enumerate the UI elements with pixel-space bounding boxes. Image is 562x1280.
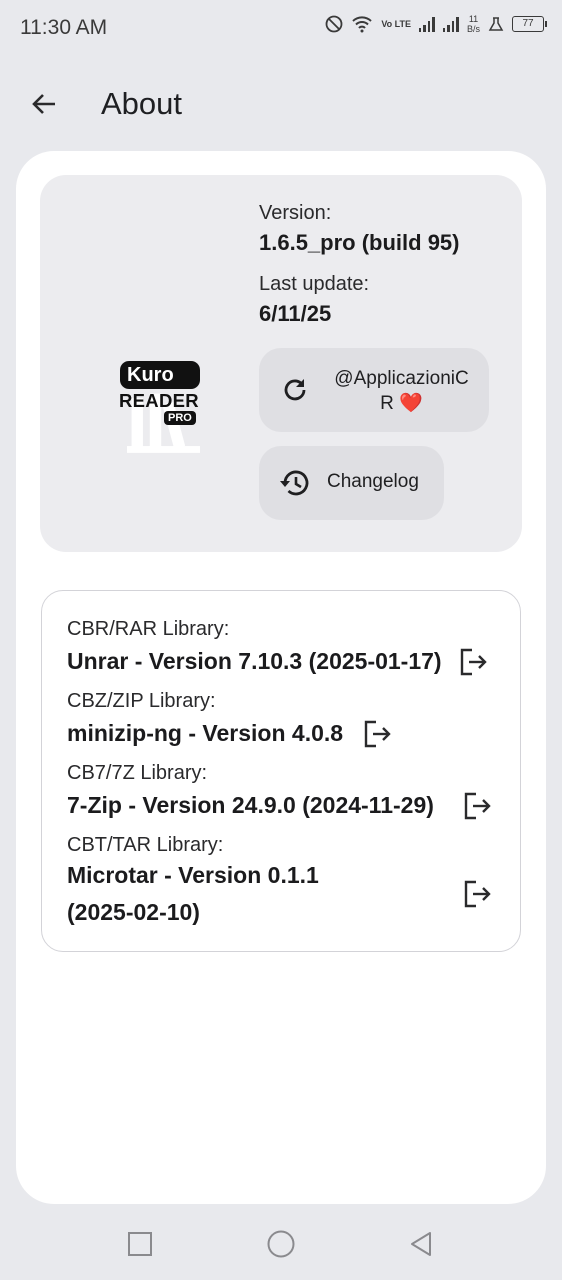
- status-icons: Vo LTE 11 B/s 77: [325, 14, 547, 34]
- library-link-cb7[interactable]: [460, 789, 494, 823]
- app-logo: Kuro READER PRO: [112, 357, 208, 453]
- library-label-cbz: CBZ/ZIP Library:: [67, 690, 216, 712]
- library-link-cbz[interactable]: [360, 717, 394, 751]
- refresh-icon: [279, 374, 311, 406]
- status-bar: 11:30 AM Vo LTE 11 B/s 77: [0, 0, 562, 58]
- triangle-back-icon: [411, 1232, 431, 1256]
- back-nav-button[interactable]: [403, 1226, 439, 1262]
- circle-icon: [267, 1230, 295, 1258]
- network-speed-value: 11: [468, 14, 479, 24]
- logo-tier: PRO: [164, 411, 196, 425]
- flask-icon: [488, 17, 504, 31]
- home-button[interactable]: [263, 1226, 299, 1262]
- exit-to-app-icon: [464, 792, 491, 820]
- app-info-card: Kuro READER PRO Version: 1.6.5_pro (buil…: [40, 175, 522, 552]
- network-speed-unit: B/s: [466, 24, 480, 34]
- author-button-label: @ApplicazioniCR ❤️: [334, 368, 469, 414]
- last-update-label: Last update:: [259, 273, 370, 295]
- library-value-cbr: Unrar - Version 7.10.3 (2025-01-17): [67, 648, 442, 674]
- changelog-button[interactable]: Changelog: [259, 446, 444, 520]
- history-icon: [279, 467, 311, 499]
- exit-to-app-icon: [364, 720, 391, 748]
- changelog-button-label: Changelog: [327, 471, 419, 492]
- logo-product: READER: [119, 390, 199, 411]
- library-label-cbt: CBT/TAR Library:: [67, 834, 224, 856]
- signal-bars-icon: [442, 16, 459, 32]
- author-button[interactable]: @ApplicazioniCR ❤️: [259, 348, 489, 432]
- network-speed: 11 B/s: [467, 14, 480, 34]
- last-update-value: 6/11/25: [259, 301, 332, 326]
- content-sheet: Kuro READER PRO Version: 1.6.5_pro (buil…: [16, 151, 546, 1204]
- exit-to-app-icon: [460, 648, 487, 676]
- version-label: Version:: [259, 202, 332, 224]
- do-not-disturb-icon: [325, 15, 343, 33]
- library-link-cbt[interactable]: [460, 877, 494, 911]
- status-time: 11:30 AM: [20, 16, 108, 39]
- library-value-cb7: 7-Zip - Version 24.9.0 (2024-11-29): [67, 792, 434, 818]
- system-nav-bar: [0, 1210, 562, 1280]
- exit-to-app-icon: [464, 880, 491, 908]
- library-label-cb7: CB7/7Z Library:: [67, 762, 208, 784]
- back-button[interactable]: [26, 86, 62, 122]
- library-label-cbr: CBR/RAR Library:: [67, 618, 230, 640]
- library-value-cbz: minizip-ng - Version 4.0.8: [67, 720, 344, 746]
- wifi-icon: [352, 16, 373, 33]
- library-value-cbt: Microtar - Version 0.1.1 (2025-02-10): [67, 862, 319, 925]
- battery-indicator: 77: [512, 16, 547, 32]
- square-icon: [128, 1232, 152, 1256]
- app-bar: About: [0, 72, 562, 136]
- volte-indicator: Vo LTE: [381, 18, 411, 29]
- version-value: 1.6.5_pro (build 95): [259, 230, 460, 255]
- libraries-card: CBR/RAR Library: Unrar - Version 7.10.3 …: [41, 590, 521, 952]
- page-title: About: [101, 86, 183, 121]
- logo-badge: Kuro: [120, 361, 200, 453]
- library-link-cbr[interactable]: [456, 645, 490, 679]
- arrow-left-icon: [32, 94, 55, 114]
- recents-button[interactable]: [122, 1226, 158, 1262]
- signal-bars-icon: [418, 16, 435, 32]
- logo-brand: Kuro: [127, 364, 174, 386]
